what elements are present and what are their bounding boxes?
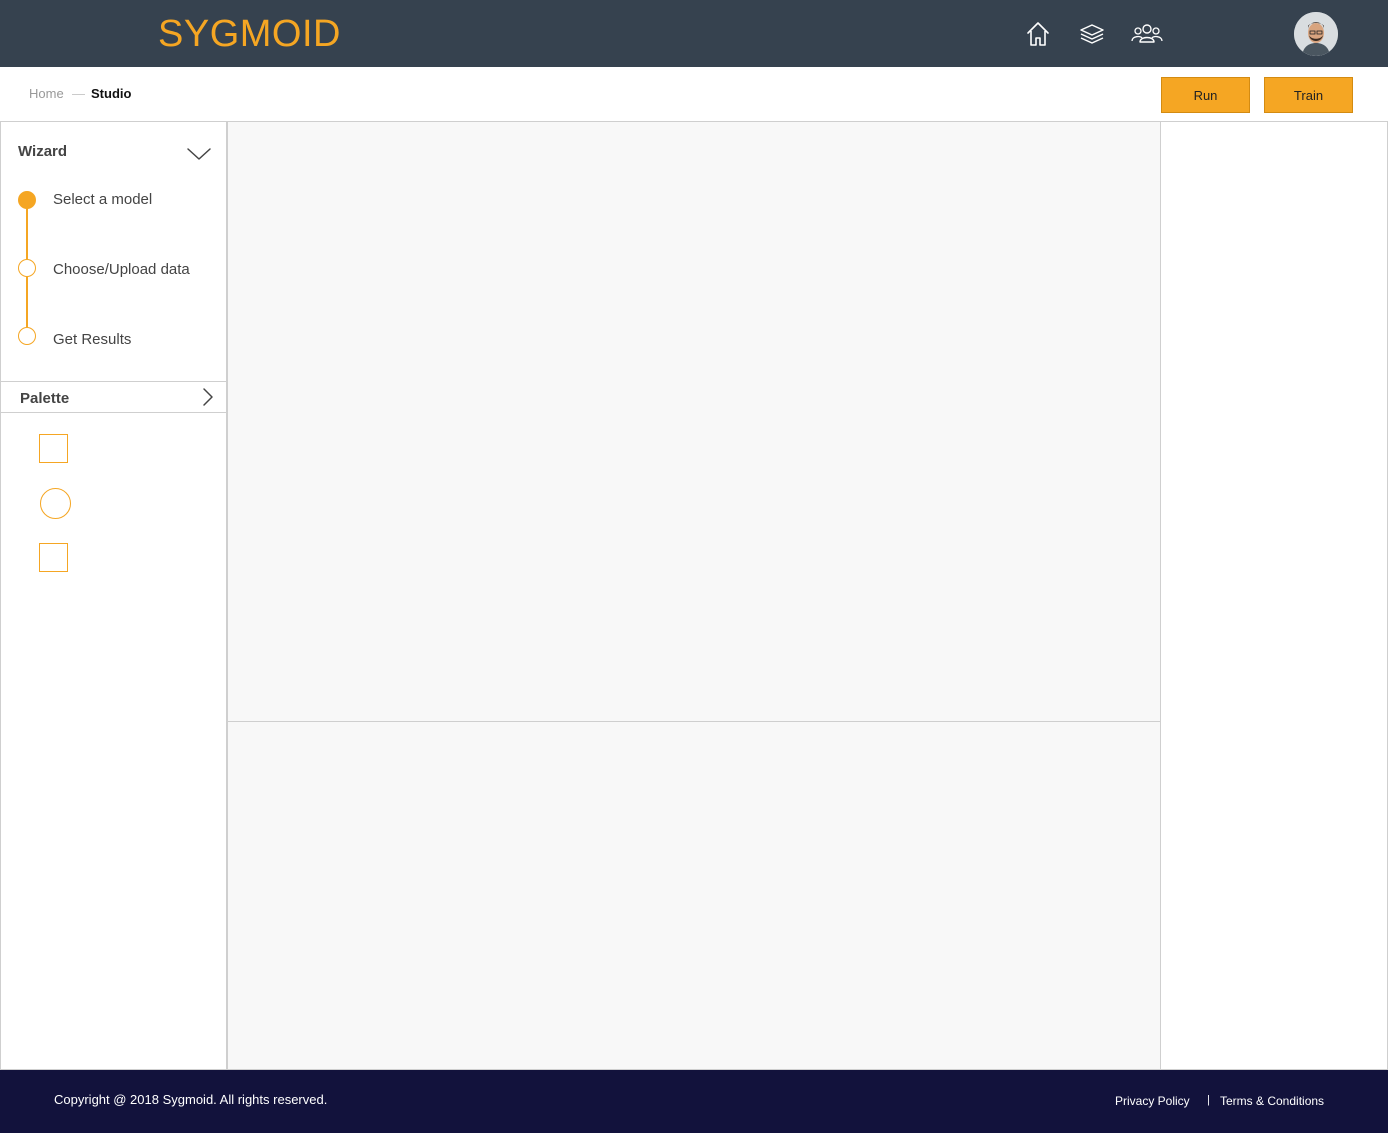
top-navigation-bar: SYGMOID bbox=[0, 0, 1388, 67]
privacy-policy-link[interactable]: Privacy Policy bbox=[1115, 1094, 1190, 1108]
properties-panel bbox=[1160, 121, 1388, 1070]
wizard-step-3-label[interactable]: Get Results bbox=[53, 331, 131, 348]
divider bbox=[0, 381, 227, 382]
avatar-portrait-icon bbox=[1294, 12, 1338, 56]
palette-title: Palette bbox=[20, 390, 70, 407]
palette-square-shape[interactable] bbox=[39, 543, 68, 572]
palette-circle-shape[interactable] bbox=[40, 488, 71, 519]
palette-square-shape[interactable] bbox=[39, 434, 68, 463]
breadcrumb-current: Studio bbox=[91, 86, 132, 101]
chevron-down-icon[interactable] bbox=[186, 146, 212, 162]
divider bbox=[0, 412, 227, 413]
wizard-step-1-indicator[interactable] bbox=[18, 191, 36, 209]
home-icon[interactable] bbox=[1024, 20, 1052, 48]
output-panel[interactable] bbox=[227, 721, 1161, 1070]
wizard-step-2-indicator[interactable] bbox=[18, 259, 36, 277]
layers-icon[interactable] bbox=[1078, 20, 1106, 48]
wizard-step-connector bbox=[26, 208, 28, 259]
app-logo[interactable]: SYGMOID bbox=[158, 12, 341, 56]
user-avatar[interactable] bbox=[1294, 12, 1338, 56]
wizard-step-3-indicator[interactable] bbox=[18, 327, 36, 345]
copyright-text: Copyright @ 2018 Sygmoid. All rights res… bbox=[54, 1092, 328, 1107]
terms-conditions-link[interactable]: Terms & Conditions bbox=[1220, 1094, 1324, 1108]
breadcrumb-separator: — bbox=[72, 86, 85, 101]
run-button[interactable]: Run bbox=[1161, 77, 1250, 113]
users-icon[interactable] bbox=[1131, 20, 1163, 48]
wizard-step-connector bbox=[26, 277, 28, 327]
train-button[interactable]: Train bbox=[1264, 77, 1353, 113]
wizard-title: Wizard bbox=[18, 143, 68, 160]
wizard-step-2-label[interactable]: Choose/Upload data bbox=[53, 261, 190, 278]
studio-canvas[interactable] bbox=[227, 121, 1161, 722]
breadcrumb-home[interactable]: Home bbox=[29, 86, 64, 101]
footer-separator: | bbox=[1207, 1094, 1210, 1106]
chevron-right-icon[interactable] bbox=[200, 387, 216, 407]
wizard-step-1-label[interactable]: Select a model bbox=[53, 191, 152, 208]
